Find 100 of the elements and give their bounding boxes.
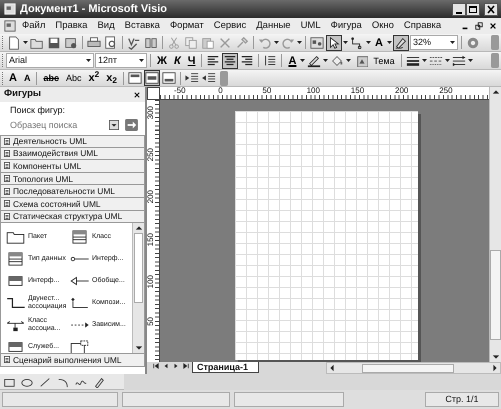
dropdown-icon[interactable] bbox=[108, 118, 120, 130]
small-caps-button[interactable]: Abc bbox=[62, 70, 84, 86]
stencil-title-bar[interactable]: Схема состояний UML bbox=[0, 198, 145, 211]
ruler-label: 0 bbox=[218, 87, 223, 95]
ruler-label: 200 bbox=[395, 87, 408, 95]
dropdown-caret-icon[interactable] bbox=[450, 41, 455, 44]
stencil-title-bar[interactable]: Деятельность UML bbox=[0, 135, 145, 148]
subscript-button[interactable]: x$_{2}$ bbox=[103, 70, 120, 86]
menu-item[interactable]: Вставка bbox=[120, 18, 165, 34]
dropdown-caret-icon[interactable] bbox=[23, 41, 28, 44]
font-color-button[interactable]: A bbox=[285, 52, 300, 68]
stencil-icon[interactable] bbox=[3, 186, 11, 196]
stencil-title-bar[interactable]: Топология UML bbox=[0, 172, 145, 186]
app-icon[interactable] bbox=[3, 2, 17, 16]
menu-item[interactable]: Окно bbox=[366, 18, 399, 34]
stencil-icon[interactable] bbox=[3, 212, 11, 221]
menu-item[interactable]: Вид bbox=[92, 18, 120, 34]
zoom-combo[interactable]: 32% bbox=[410, 35, 458, 50]
shrink-font-button[interactable]: A bbox=[20, 70, 34, 86]
close-icon bbox=[485, 4, 497, 14]
dropdown-caret-icon[interactable] bbox=[343, 41, 348, 44]
dropdown-caret-icon[interactable] bbox=[366, 41, 371, 44]
cut-icon[interactable] bbox=[166, 34, 182, 50]
dropdown-caret-icon[interactable] bbox=[468, 59, 473, 62]
vertical-scrollbar[interactable] bbox=[132, 223, 144, 354]
ink-tool-icon[interactable] bbox=[392, 34, 409, 50]
ruler-label: 200 bbox=[147, 190, 155, 204]
last-page-icon[interactable] bbox=[182, 362, 190, 370]
underline-button[interactable]: Ч bbox=[184, 52, 198, 68]
grow-font-button[interactable]: A bbox=[6, 70, 20, 86]
dropdown-caret-icon[interactable] bbox=[297, 41, 302, 44]
pointer-tool-icon[interactable] bbox=[326, 34, 342, 50]
vertical-scrollbar[interactable] bbox=[489, 100, 501, 362]
menu-item[interactable]: Правка bbox=[50, 18, 92, 34]
restore-icon[interactable] bbox=[474, 21, 484, 31]
minimize-button[interactable] bbox=[452, 2, 466, 16]
horizontal-scrollbar[interactable] bbox=[326, 362, 501, 374]
stencil-title-bar[interactable]: Статическая структура UML bbox=[0, 210, 145, 224]
ruler-label: 250 bbox=[147, 148, 155, 162]
dropdown-caret-icon[interactable] bbox=[323, 59, 328, 62]
first-page-icon[interactable] bbox=[152, 362, 160, 370]
align-bottom-icon[interactable] bbox=[160, 70, 177, 86]
menu-item[interactable]: Фигура bbox=[326, 18, 367, 34]
scroll-up-button[interactable] bbox=[489, 87, 501, 100]
ruler-label: 100 bbox=[306, 87, 320, 95]
close-button[interactable] bbox=[484, 2, 498, 16]
align-center-icon[interactable] bbox=[222, 52, 238, 68]
class-box-icon[interactable] bbox=[69, 339, 90, 354]
window-title: Документ1 - Microsoft Visio bbox=[20, 2, 167, 17]
bold-button[interactable]: Ж bbox=[154, 52, 170, 68]
search-label: Поиск фигур: bbox=[9, 104, 66, 115]
ruler-label: -50 bbox=[174, 87, 186, 95]
menu-item[interactable]: Данные bbox=[251, 18, 296, 34]
strikethrough-button[interactable]: abc bbox=[40, 70, 62, 86]
dropdown-caret-icon[interactable] bbox=[444, 59, 450, 62]
stencil-icon[interactable] bbox=[3, 148, 11, 158]
dropdown-caret-icon[interactable] bbox=[422, 59, 427, 62]
superscript-button[interactable]: x$^{2}$ bbox=[85, 70, 102, 86]
ruler-label: 150 bbox=[147, 232, 155, 246]
menu-item[interactable]: UML bbox=[296, 18, 326, 34]
stencil-icon[interactable] bbox=[3, 174, 11, 184]
stencil-title-bar[interactable]: Компоненты UML bbox=[0, 160, 145, 173]
dropdown-caret-icon[interactable] bbox=[86, 59, 91, 62]
menu-item[interactable]: Формат bbox=[164, 18, 209, 34]
menu-item[interactable]: Сервис bbox=[208, 18, 252, 34]
dropdown-caret-icon[interactable] bbox=[274, 41, 279, 44]
page-tab[interactable]: Страница-1 bbox=[192, 362, 260, 373]
ruler-label: 250 bbox=[439, 87, 453, 95]
folder-tab-icon[interactable] bbox=[5, 229, 26, 246]
menu-item[interactable]: Файл bbox=[17, 18, 50, 34]
menu-item[interactable]: Справка bbox=[398, 18, 446, 34]
stencil-icon[interactable] bbox=[3, 355, 11, 364]
ruler-label: 50 bbox=[262, 87, 272, 95]
stencil-icon[interactable] bbox=[3, 136, 11, 146]
maximize-button[interactable] bbox=[466, 2, 480, 16]
stencil-title-bar[interactable]: Последовательности UML bbox=[0, 185, 145, 198]
stencil-icon[interactable] bbox=[3, 161, 11, 170]
close-icon[interactable] bbox=[488, 21, 498, 31]
text-tool-button[interactable]: A bbox=[372, 34, 386, 50]
stencil-icon[interactable] bbox=[3, 199, 11, 208]
font-size-combo[interactable]: 12пт bbox=[95, 53, 147, 68]
theme-button[interactable]: Тема bbox=[352, 52, 398, 68]
panel-title: Фигуры bbox=[4, 87, 41, 102]
font-combo[interactable]: Arial bbox=[6, 53, 94, 68]
align-middle-icon[interactable] bbox=[144, 70, 160, 86]
ruler-label: 100 bbox=[147, 274, 155, 288]
dropdown-caret-icon[interactable] bbox=[300, 59, 306, 62]
stencil-title-bar[interactable]: Взаимодействия UML bbox=[0, 148, 145, 160]
theme-icon[interactable] bbox=[355, 54, 370, 68]
italic-button[interactable]: К bbox=[170, 52, 184, 68]
dropdown-caret-icon[interactable] bbox=[346, 59, 352, 62]
copy-icon[interactable] bbox=[183, 34, 199, 50]
maximize-icon bbox=[467, 4, 479, 14]
shapes-window-icon[interactable] bbox=[309, 34, 325, 50]
document-icon[interactable] bbox=[3, 19, 17, 33]
stencil-title-bar[interactable]: Сценарий выполнения UML bbox=[0, 354, 145, 367]
close-icon[interactable] bbox=[133, 90, 141, 98]
align-top-icon[interactable] bbox=[126, 70, 143, 86]
dropdown-caret-icon[interactable] bbox=[386, 41, 392, 44]
dropdown-caret-icon[interactable] bbox=[139, 59, 144, 62]
